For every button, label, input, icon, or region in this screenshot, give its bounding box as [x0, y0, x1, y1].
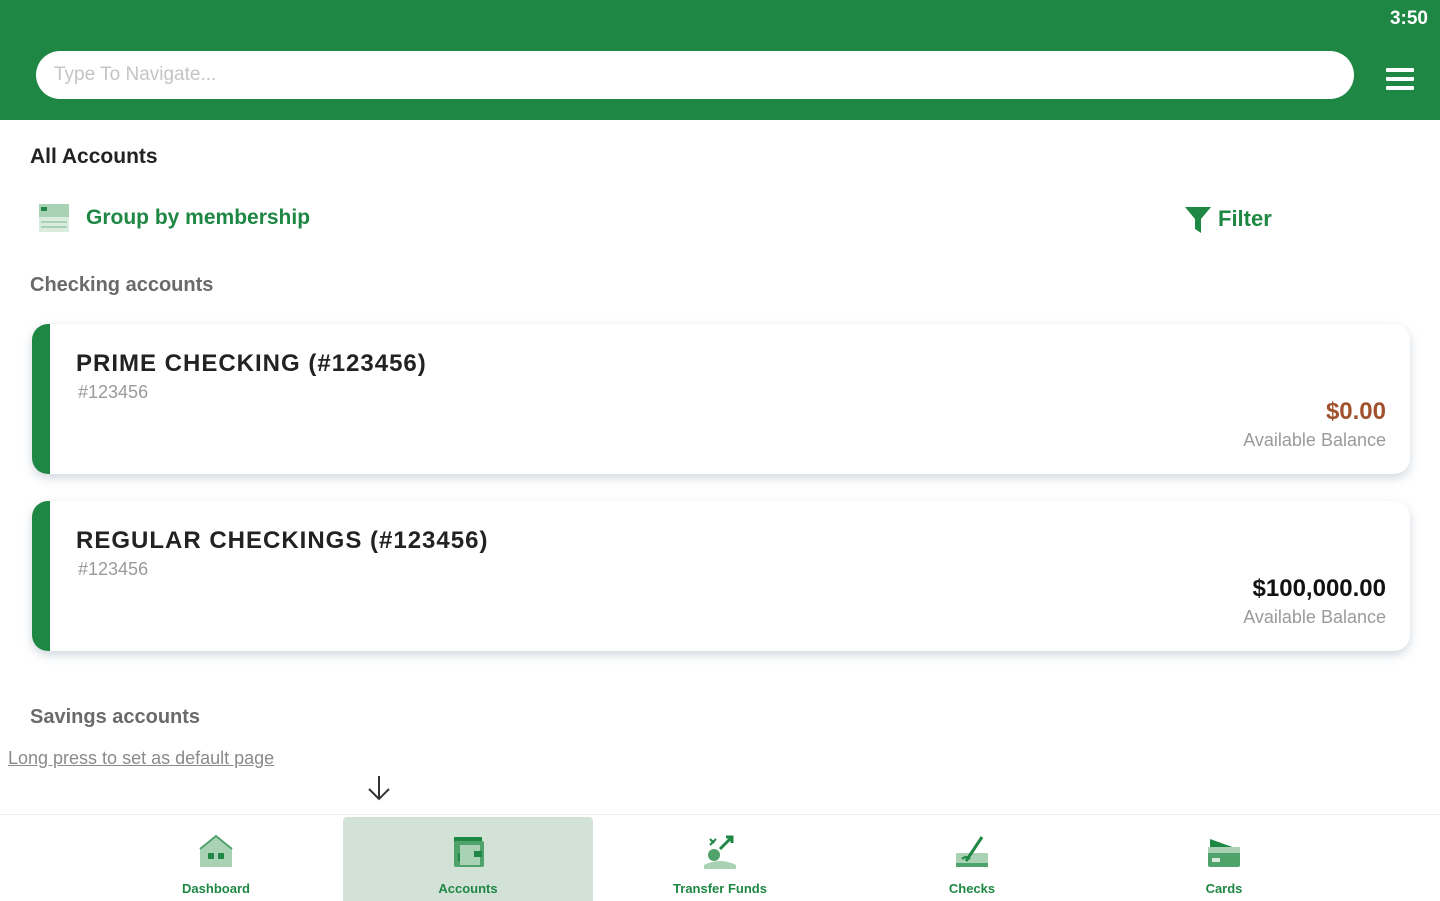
checking-section-heading: Checking accounts — [30, 274, 214, 296]
account-card-prime-checking[interactable]: PRIME CHECKING (#123456) #123456 $0.00 A… — [32, 324, 1410, 474]
status-clock: 3:50 — [1389, 8, 1428, 29]
filter-button[interactable]: Filter — [1184, 204, 1272, 234]
check-pen-icon — [956, 836, 988, 867]
nav-transfer-funds[interactable]: Transfer Funds — [595, 817, 845, 901]
nav-cards[interactable]: Cards — [1099, 817, 1349, 901]
nav-label: Checks — [948, 881, 996, 896]
nav-label: Cards — [1205, 881, 1243, 896]
savings-section-heading: Savings accounts — [30, 706, 201, 728]
account-number: #123456 — [78, 382, 149, 402]
account-balance-label: Available Balance — [1243, 430, 1386, 450]
account-balance: $0.00 — [1325, 398, 1386, 425]
wallet-icon — [454, 837, 484, 867]
account-balance-label: Available Balance — [1243, 607, 1386, 627]
bottom-navigation: Dashboard Accounts Transfer Funds Checks — [0, 814, 1440, 901]
default-page-hint-link[interactable]: Long press to set as default page — [8, 748, 274, 769]
account-balance: $100,000.00 — [1252, 575, 1386, 602]
card-accent-stripe — [32, 501, 50, 651]
filter-funnel-icon — [1185, 207, 1211, 233]
nav-label: Dashboard — [182, 881, 250, 896]
card-icon — [1208, 839, 1240, 867]
nav-dashboard[interactable]: Dashboard — [91, 817, 341, 901]
account-name: REGULAR CHECKINGS (#123456) — [76, 527, 489, 554]
account-card-regular-checkings[interactable]: REGULAR CHECKINGS (#123456) #123456 $100… — [32, 501, 1410, 651]
hamburger-menu-icon[interactable] — [1384, 66, 1416, 92]
arrow-down-icon — [368, 776, 390, 801]
nav-label: Transfer Funds — [673, 881, 767, 896]
group-by-membership-label: Group by membership — [86, 206, 311, 229]
nav-label: Accounts — [438, 881, 498, 896]
card-accent-stripe — [32, 324, 50, 474]
group-by-membership-button[interactable]: Group by membership — [38, 202, 310, 234]
page-title: All Accounts — [30, 145, 158, 168]
navigate-search-input[interactable] — [36, 51, 1354, 99]
account-name: PRIME CHECKING (#123456) — [76, 350, 427, 377]
list-group-icon — [39, 204, 69, 232]
filter-label: Filter — [1218, 206, 1272, 231]
transfer-icon — [704, 835, 736, 869]
nav-accounts[interactable]: Accounts — [343, 817, 593, 901]
house-icon — [199, 834, 233, 867]
account-number: #123456 — [78, 559, 149, 579]
app-header: 3:50 — [0, 0, 1440, 120]
nav-checks[interactable]: Checks — [847, 817, 1097, 901]
